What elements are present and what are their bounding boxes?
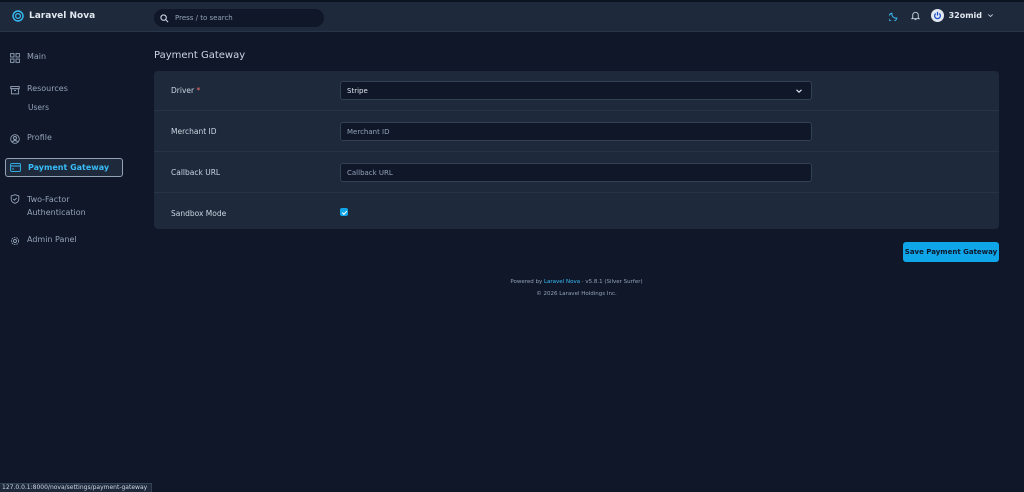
credit-card-icon (10, 163, 21, 172)
chevron-down-icon (796, 89, 802, 93)
payment-gateway-form: Driver * Stripe Merchant ID Merchant ID … (154, 71, 999, 229)
nova-logo-icon (12, 10, 24, 22)
sidebar-item-label: Main (27, 52, 47, 61)
merchant-id-label: Merchant ID (171, 127, 217, 136)
sandbox-mode-label: Sandbox Mode (171, 209, 227, 218)
driver-selected-value: Stripe (347, 86, 368, 95)
cog-icon (10, 236, 19, 245)
sidebar-item-admin-panel[interactable]: Admin Panel (5, 235, 123, 246)
required-marker: * (196, 86, 201, 95)
bell-icon[interactable] (910, 10, 921, 21)
search-icon (160, 13, 169, 22)
sidebar-subitem-users[interactable]: Users (28, 103, 49, 112)
search-placeholder: Press / to search (175, 14, 233, 22)
user-menu[interactable]: 32omid (930, 9, 994, 22)
moon-icon[interactable] (888, 10, 900, 21)
callback-url-input[interactable]: Callback URL (340, 163, 812, 182)
driver-label: Driver * (171, 86, 200, 95)
sidebar-item-label: Payment Gateway (28, 163, 110, 172)
top-bar: Laravel Nova Press / to search 32omid (0, 0, 1024, 32)
user-name: 32omid (948, 11, 982, 20)
merchant-id-input[interactable]: Merchant ID (340, 122, 812, 141)
sidebar-item-payment-gateway[interactable]: Payment Gateway (5, 158, 123, 177)
shield-check-icon (10, 193, 19, 204)
sidebar-item-label: Resources (27, 84, 68, 93)
sidebar-item-main[interactable]: Main (5, 52, 123, 63)
divider (154, 151, 999, 152)
sidebar-item-label: Admin Panel (27, 235, 77, 244)
sidebar-item-two-factor[interactable]: Two-Factor Authentication (5, 193, 123, 219)
grid-icon (9, 52, 20, 63)
divider (154, 110, 999, 111)
power-icon (933, 11, 941, 20)
footer-powered-by: Powered by Laravel Nova · v5.8.1 (Silver… (154, 279, 999, 285)
sidebar-item-resources[interactable]: Resources (5, 84, 123, 95)
footer-prefix: Powered by (510, 279, 543, 285)
driver-select[interactable]: Stripe (340, 81, 812, 100)
sidebar-item-label: Two-Factor (27, 195, 70, 204)
user-circle-icon (9, 133, 20, 144)
footer-copyright: © 2026 Laravel Holdings Inc. (536, 291, 617, 297)
callback-url-label: Callback URL (171, 168, 221, 177)
app-title: Laravel Nova (29, 11, 96, 21)
sandbox-mode-checkbox[interactable] (340, 208, 348, 216)
sidebar-item-profile[interactable]: Profile (5, 133, 123, 144)
sidebar-item-label: Profile (27, 133, 52, 142)
save-payment-gateway-button[interactable]: Save Payment Gateway (903, 242, 999, 262)
chevron-down-icon (988, 14, 993, 18)
avatar (930, 9, 944, 22)
footer-brand-link[interactable]: Laravel Nova (544, 279, 580, 285)
divider (154, 192, 999, 193)
global-search[interactable]: Press / to search (154, 9, 324, 27)
check-icon (341, 210, 347, 215)
sidebar-item-label-line2: Authentication (27, 208, 86, 217)
driver-label-text: Driver (171, 86, 195, 95)
archive-icon (9, 85, 20, 94)
app-logo[interactable]: Laravel Nova (12, 10, 95, 22)
footer-version: · v5.8.1 (Silver Surfer) (581, 279, 643, 285)
page-title: Payment Gateway (154, 50, 246, 61)
